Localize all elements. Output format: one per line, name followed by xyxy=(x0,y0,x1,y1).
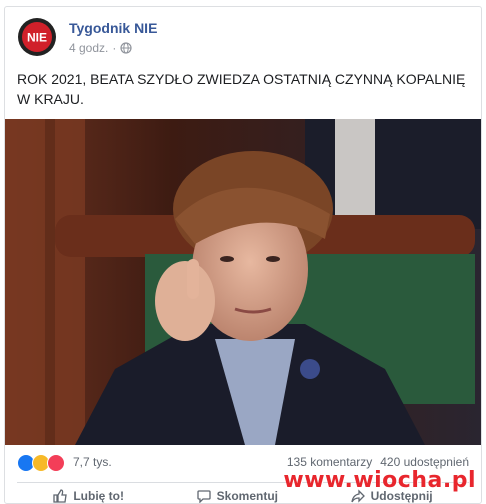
watermark: www.wiocha.pl xyxy=(283,468,476,493)
comment-button-label: Skomentuj xyxy=(216,489,278,503)
post-timestamp[interactable]: 4 godz. xyxy=(69,41,108,55)
thumbs-up-icon xyxy=(53,489,68,503)
globe-icon xyxy=(120,42,132,54)
comment-button[interactable]: Skomentuj xyxy=(196,489,278,503)
page-avatar[interactable]: NIE xyxy=(17,17,57,57)
like-button-label: Lubię to! xyxy=(73,489,124,503)
post-header: NIE Tygodnik NIE 4 godz. · xyxy=(17,17,457,67)
reaction-icons[interactable] xyxy=(17,454,65,472)
like-button[interactable]: Lubię to! xyxy=(53,489,124,503)
share-count[interactable]: 420 udostępnień xyxy=(380,455,469,469)
page-name-link[interactable]: Tygodnik NIE xyxy=(69,20,157,36)
post-photo[interactable] xyxy=(5,119,481,445)
comment-count[interactable]: 135 komentarzy xyxy=(287,455,372,469)
love-icon xyxy=(47,454,65,472)
avatar-logo-text: NIE xyxy=(27,31,47,45)
post-text: ROK 2021, BEATA SZYDŁO ZWIEDZA OSTATNIĄ … xyxy=(17,71,466,107)
post-meta: 4 godz. · xyxy=(69,41,132,55)
post-card: NIE Tygodnik NIE 4 godz. · ROK 2021, BEA… xyxy=(4,6,482,504)
comment-icon xyxy=(196,490,211,503)
reaction-count[interactable]: 7,7 tys. xyxy=(73,455,112,469)
